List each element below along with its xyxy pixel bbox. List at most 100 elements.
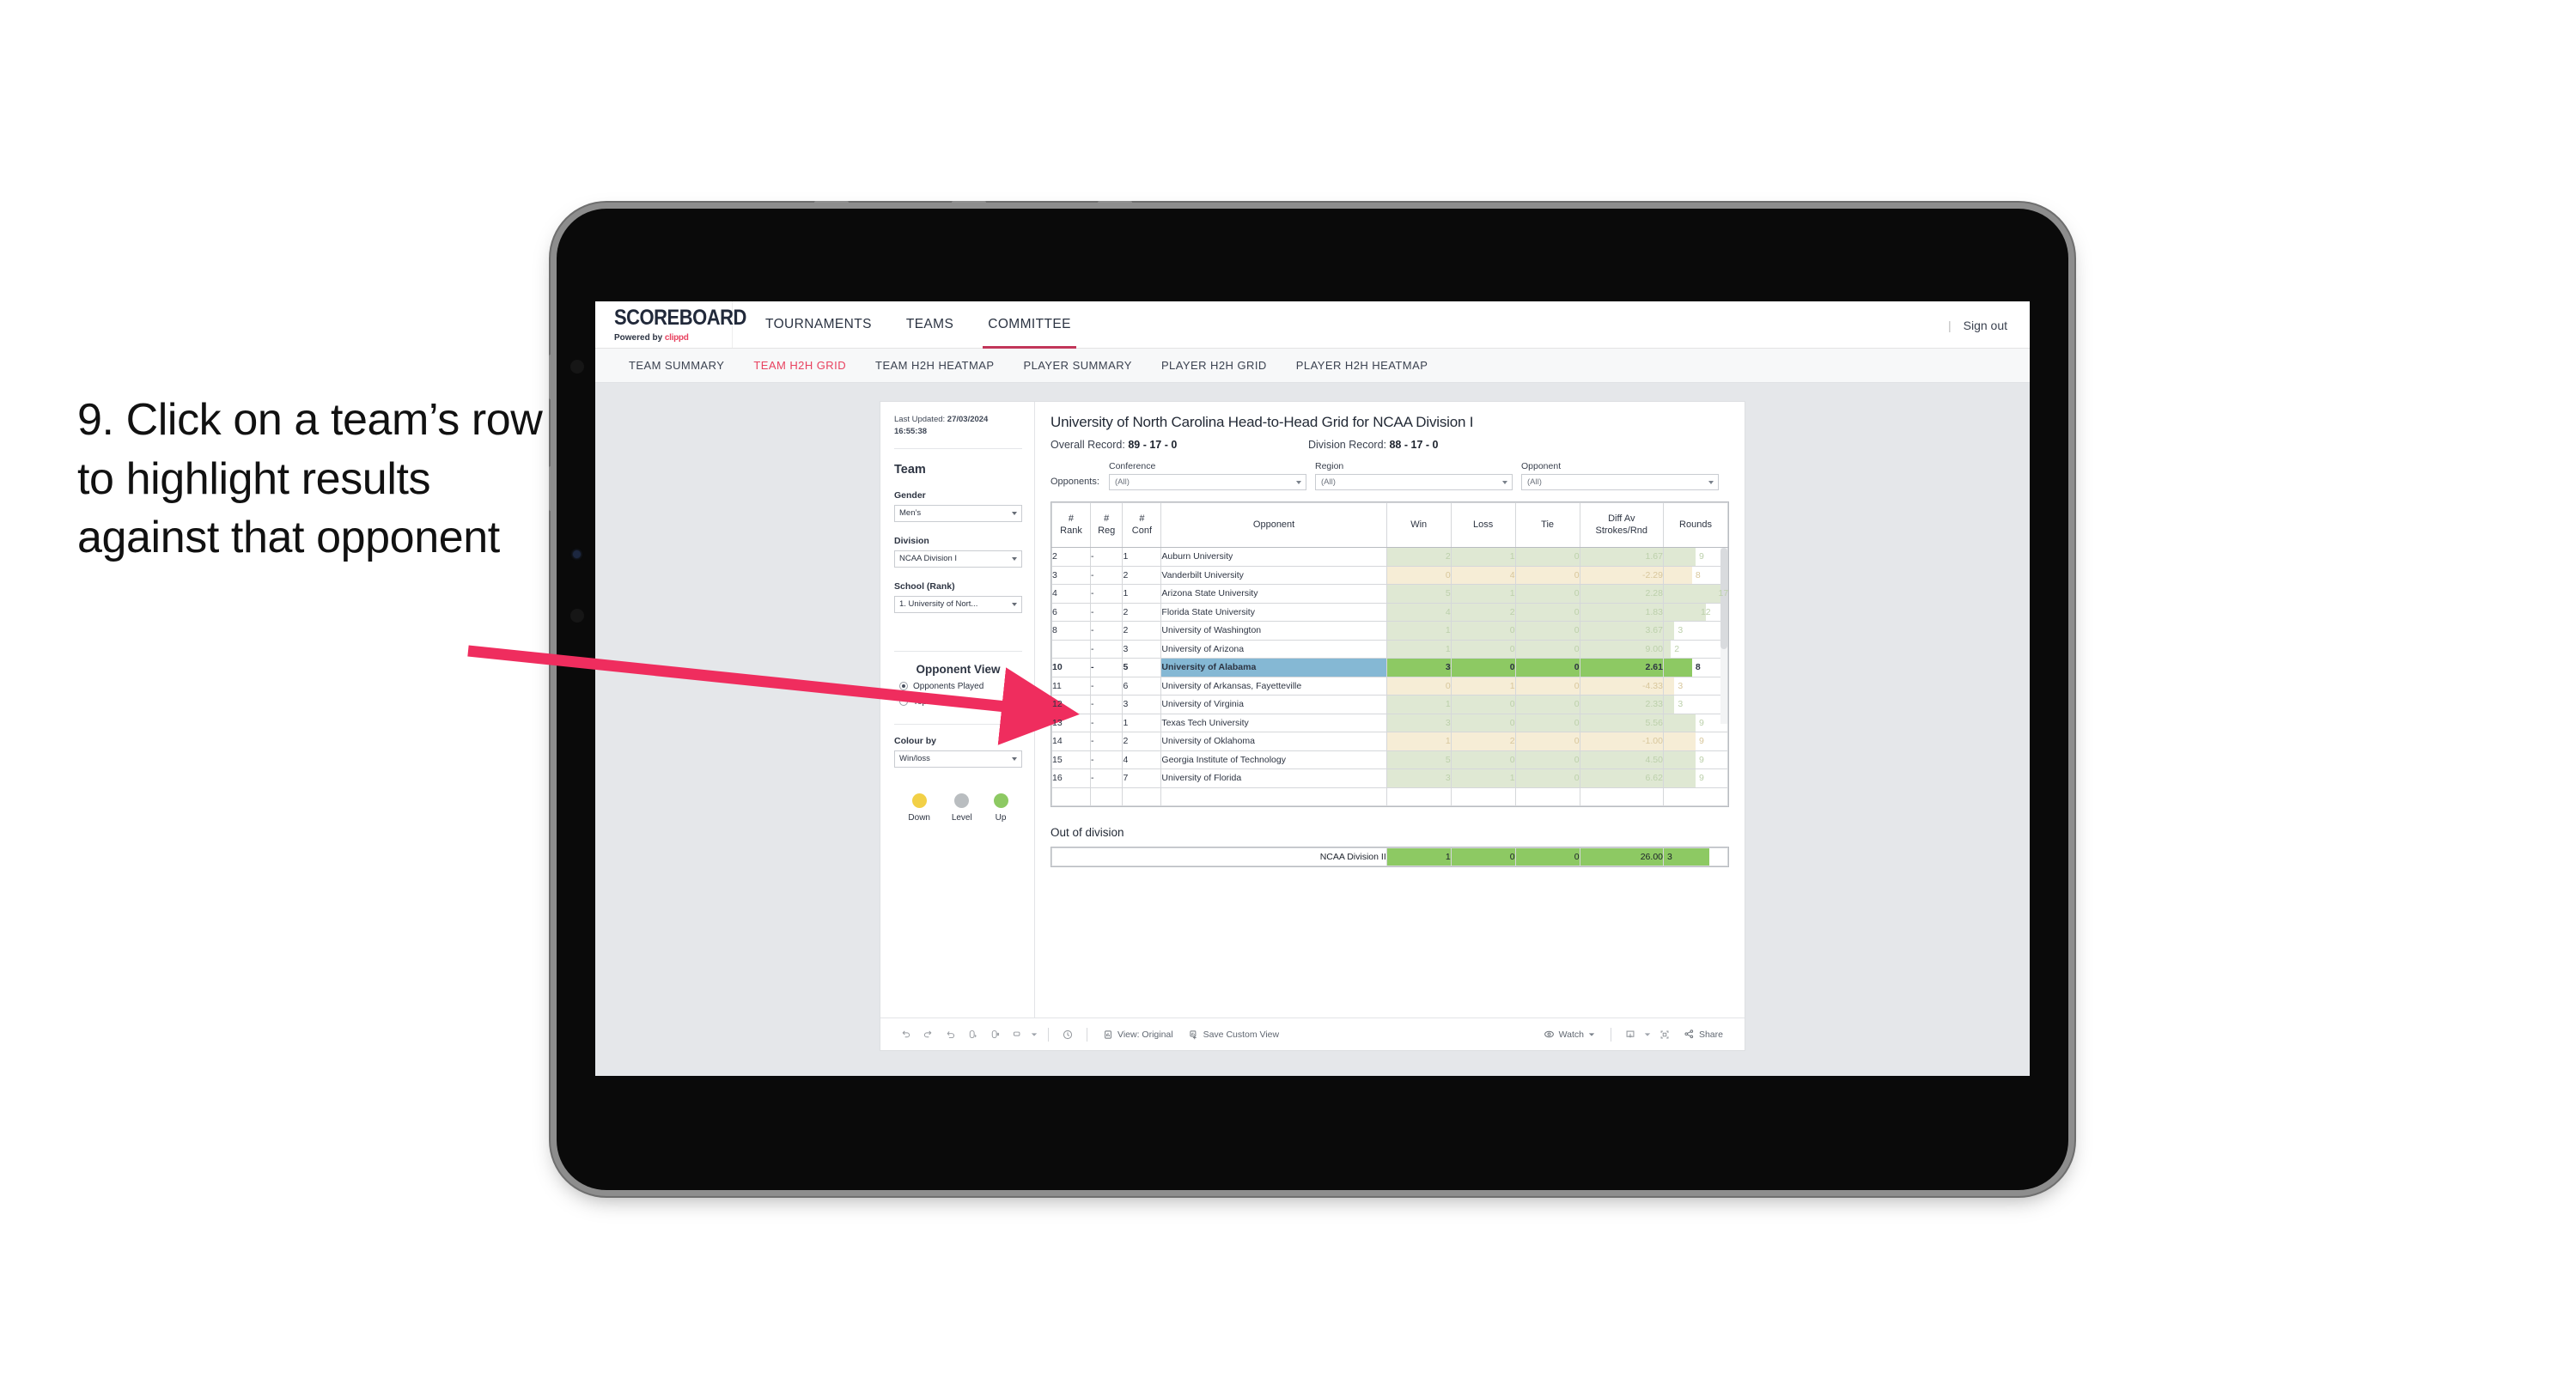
pause-icon[interactable] (984, 1024, 1006, 1046)
legend-dot-level-icon (954, 793, 970, 808)
view-original-button[interactable]: View: Original (1095, 1030, 1181, 1040)
filter-conference-value: (All) (1115, 477, 1130, 487)
cell-opponent: University of Florida (1160, 768, 1387, 788)
chevron-down-icon (1708, 480, 1714, 484)
col-loss[interactable]: Loss (1450, 502, 1516, 548)
cell-opponent: Florida State University (1160, 602, 1387, 622)
view-original-label: View: Original (1117, 1029, 1173, 1040)
filter-region-select[interactable]: (All) (1315, 474, 1513, 490)
filter-opponent-select[interactable]: (All) (1521, 474, 1719, 490)
radio-off-icon (899, 697, 908, 707)
opponents-label: Opponents: (1050, 477, 1099, 487)
table-row[interactable]: 13-1 Texas Tech University 3 0 0 5.56 9 (1051, 713, 1729, 732)
table-row[interactable]: 16-7 University of Florida 3 1 0 6.62 9 (1051, 768, 1729, 788)
division-select[interactable]: NCAA Division I (894, 550, 1022, 568)
tab-player-h2h-heatmap[interactable]: PLAYER H2H HEATMAP (1282, 359, 1443, 372)
colour-by-select[interactable]: Win/loss (894, 750, 1022, 768)
table-row[interactable]: 3-2 Vanderbilt University 0 4 0 -2.29 8 (1051, 565, 1729, 585)
ood-rounds: 3 (1663, 847, 1728, 866)
cell-rank: 4 (1051, 584, 1091, 604)
ood-diff: 26.00 (1579, 847, 1665, 866)
table-row[interactable]: 8-2 University of Washington 1 0 0 3.67 3 (1051, 621, 1729, 641)
col-opponent[interactable]: Opponent (1160, 502, 1387, 548)
save-custom-view-button[interactable]: Save Custom View (1181, 1030, 1288, 1040)
grid-header-row: # Rank # Reg # Conf Opponent Win Loss Tie D… (1051, 502, 1729, 548)
tab-team-h2h-heatmap[interactable]: TEAM H2H HEATMAP (861, 359, 1008, 372)
col-diff[interactable]: Diff Av Strokes/Rnd (1579, 502, 1664, 548)
cell-rank: 15 (1051, 750, 1091, 769)
cell-reg: - (1089, 602, 1124, 622)
col-rank[interactable]: # Rank (1051, 502, 1091, 548)
table-row[interactable]: 14-2 University of Oklahoma 1 2 0 -1.00 9 (1051, 732, 1729, 751)
undo-icon[interactable] (894, 1024, 917, 1046)
cell-opponent: Georgia Institute of Technology (1160, 750, 1387, 769)
nav-teams[interactable]: TEAMS (889, 301, 971, 349)
cell-rank: 10 (1051, 658, 1091, 677)
cell-opponent: University of Washington (1160, 621, 1387, 641)
tab-player-h2h-grid[interactable]: PLAYER H2H GRID (1147, 359, 1282, 372)
watch-button[interactable]: Watch (1536, 1029, 1603, 1040)
table-row[interactable]: 15-4 Georgia Institute of Technology 5 0 0 4.… (1051, 750, 1729, 769)
signout-button[interactable]: Sign out (1964, 319, 2007, 332)
table-row[interactable]: 11-6 University of Arkansas, Fayetteville… (1051, 676, 1729, 696)
tab-team-h2h-grid[interactable]: TEAM H2H GRID (739, 359, 861, 372)
cell-rank: 2 (1051, 547, 1091, 567)
chevron-down-icon[interactable] (1028, 1024, 1040, 1046)
school-select[interactable]: 1. University of Nort... (894, 595, 1022, 613)
tab-player-summary[interactable]: PLAYER SUMMARY (1008, 359, 1146, 372)
cell-reg: - (1089, 750, 1124, 769)
division-record-value: 88 - 17 - 0 (1389, 439, 1439, 451)
chevron-down-icon[interactable] (1641, 1024, 1653, 1046)
table-row[interactable]: 12-3 University of Virginia 1 0 0 2.33 3 (1051, 695, 1729, 714)
chevron-down-icon (1012, 602, 1017, 606)
refresh-icon[interactable] (961, 1024, 984, 1046)
out-of-division-title: Out of division (1050, 826, 1124, 839)
ood-loss: 0 (1450, 847, 1516, 866)
download-icon[interactable] (1619, 1024, 1641, 1046)
table-row[interactable]: 6-2 Florida State University 4 2 0 1.83 12 (1051, 602, 1729, 622)
nav-committee[interactable]: COMMITTEE (971, 301, 1088, 349)
nav-tournaments[interactable]: TOURNAMENTS (748, 301, 889, 349)
out-of-division-row[interactable]: NCAA Division II 1 0 0 26.00 3 (1051, 847, 1728, 866)
col-rounds[interactable]: Rounds (1662, 502, 1729, 548)
table-row[interactable]: 4-1 Arizona State University 5 1 0 2.28 17 (1051, 584, 1728, 604)
ood-name: NCAA Division II (1051, 847, 1387, 866)
tab-team-summary[interactable]: TEAM SUMMARY (614, 359, 739, 372)
share-button[interactable]: Share (1676, 1029, 1731, 1040)
cell-loss: 2 (1450, 732, 1516, 751)
cell-tie: 0 (1514, 602, 1580, 622)
filter-conference-select[interactable]: (All) (1109, 474, 1306, 490)
radio-top-100[interactable]: Top 100 (894, 697, 1022, 707)
table-row[interactable]: -3 University of Arizona 1 0 0 9.00 2 (1051, 639, 1729, 659)
col-tie[interactable]: Tie (1514, 502, 1580, 548)
table-row[interactable]: 2-1 Auburn University 2 1 0 1.67 9 (1051, 547, 1729, 567)
gender-label: Gender (894, 489, 926, 501)
cell-rank: 3 (1051, 565, 1091, 585)
redo-icon[interactable] (917, 1024, 939, 1046)
gender-select[interactable]: Men’s (894, 504, 1022, 522)
cell-conf: 2 (1122, 732, 1162, 751)
opponent-filters: Opponents: Conference (All) Region (All)… (1050, 461, 1729, 490)
legend-item-down: Down (908, 793, 930, 823)
col-win[interactable]: Win (1385, 502, 1452, 548)
cell-tie: 0 (1514, 639, 1580, 659)
col-conf[interactable]: # Conf (1122, 502, 1162, 548)
table-row[interactable]: 10-5 University of Alabama 3 0 0 2.61 8 (1051, 658, 1729, 677)
fullscreen-icon[interactable] (1653, 1024, 1676, 1046)
dashboard-icon[interactable] (1006, 1024, 1028, 1046)
cell-conf: 5 (1122, 658, 1162, 677)
app-logo[interactable]: SCOREBOARD Powered by clippd (595, 301, 746, 348)
table-blank-row (1051, 787, 1729, 806)
revert-icon[interactable] (939, 1024, 961, 1046)
pause-timer-icon[interactable] (1057, 1024, 1079, 1046)
cell-diff: 2.33 (1579, 695, 1664, 714)
radio-opponents-played[interactable]: Opponents Played (894, 682, 1022, 691)
cell-diff: 2.61 (1579, 658, 1664, 677)
legend-dot-down-icon (911, 793, 927, 808)
radio-top-100-label: Top 100 (913, 696, 944, 707)
chevron-down-icon (1012, 556, 1017, 561)
logo-tagline: Powered by clippd (614, 333, 732, 343)
col-reg[interactable]: # Reg (1089, 502, 1124, 548)
cell-rounds: 12 (1662, 602, 1729, 622)
division-record: Division Record: 88 - 17 - 0 (1308, 439, 1566, 451)
